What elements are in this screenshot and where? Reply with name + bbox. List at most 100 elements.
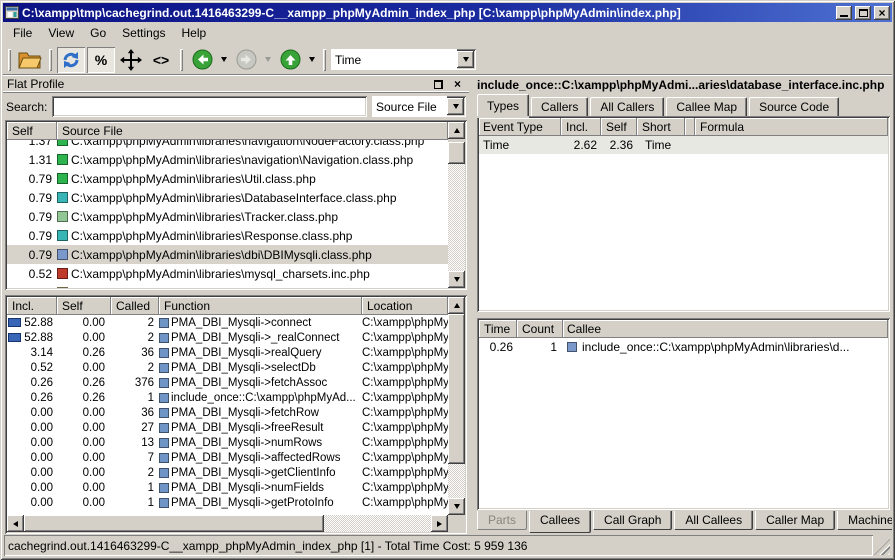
close-dock-button[interactable]: × [450, 78, 465, 91]
scroll-right-button[interactable] [431, 515, 448, 532]
table-row[interactable]: 0.79C:\xampp\phpMyAdmin\libraries\Databa… [7, 188, 448, 207]
open-file-button[interactable] [16, 47, 44, 73]
scrollbar-track[interactable] [448, 164, 465, 271]
back-button[interactable] [188, 47, 216, 73]
scroll-down-button[interactable] [448, 271, 465, 288]
toolbar-handle[interactable] [323, 49, 326, 71]
toolbar-handle[interactable] [180, 49, 183, 71]
scroll-up-button[interactable] [448, 297, 465, 314]
tab-callee-map[interactable]: Callee Map [666, 97, 747, 116]
table-row[interactable]: 0.79C:\xampp\phpMyAdmin\libraries\Respon… [7, 226, 448, 245]
column-header-self[interactable]: Self [7, 122, 57, 140]
scrollbar-thumb[interactable] [24, 515, 324, 532]
table-row[interactable]: 0.79C:\xampp\phpMyAdmin\libraries\Util.c… [7, 169, 448, 188]
scrollbar-track[interactable] [324, 515, 431, 532]
event-type-selector[interactable]: Time [331, 49, 476, 70]
titlebar[interactable]: C:\xampp\tmp\cachegrind.out.1416463299-C… [3, 3, 892, 22]
vertical-scrollbar[interactable] [448, 297, 465, 515]
table-row[interactable]: 0.520.002PMA_DBI_Mysqli->selectDbC:\xamp… [7, 360, 448, 375]
table-row[interactable]: 0.000.007PMA_DBI_Mysqli->affectedRowsC:\… [7, 450, 448, 465]
forward-button[interactable] [232, 47, 260, 73]
column-header-called[interactable]: Called [111, 297, 159, 315]
column-header-function[interactable]: Function [159, 297, 362, 315]
scroll-up-button[interactable] [448, 122, 465, 139]
table-row[interactable]: 0.52C:\xampp\phpMyAdmin\libraries\mysql_… [7, 264, 448, 283]
toolbar-handle[interactable] [8, 49, 11, 71]
group-by-selector[interactable]: Source File [372, 96, 466, 117]
table-row[interactable]: 0.000.0027PMA_DBI_Mysqli->freeResultC:\x… [7, 420, 448, 435]
table-row[interactable]: 0.000.001PMA_DBI_Mysqli->getProtoInfoC:\… [7, 495, 448, 510]
column-header-source-file[interactable]: Source File [57, 122, 448, 140]
table-row[interactable]: 0.260.261include_once::C:\xampp\phpMyAd.… [7, 390, 448, 405]
menu-settings[interactable]: Settings [114, 23, 173, 43]
shorten-templates-button[interactable]: <> [147, 47, 175, 73]
table-row[interactable]: 0.000.0013PMA_DBI_Mysqli->numRowsC:\xamp… [7, 435, 448, 450]
scrollbar-track[interactable] [448, 464, 465, 498]
dock-titlebar[interactable]: Flat Profile × [3, 76, 469, 93]
column-header-callee[interactable]: Callee [563, 320, 888, 338]
tab-call-graph[interactable]: Call Graph [593, 511, 672, 530]
up-dropdown-button[interactable] [306, 47, 318, 73]
table-row[interactable]: 0.26 1 include_once::C:\xampp\phpMyAdmin… [479, 338, 888, 356]
menu-go[interactable]: Go [82, 23, 114, 43]
column-header-blank[interactable] [685, 118, 695, 136]
tab-caller-map[interactable]: Caller Map [755, 511, 835, 530]
column-header-incl[interactable]: Incl. [561, 118, 601, 136]
tab-parts[interactable]: Parts [477, 511, 527, 530]
tab-all-callers[interactable]: All Callers [590, 97, 664, 116]
scroll-down-button[interactable] [448, 498, 465, 515]
table-row[interactable]: 0.000.002PMA_DBI_Mysqli->getClientInfoC:… [7, 465, 448, 480]
table-row[interactable]: 3.140.2636PMA_DBI_Mysqli->realQueryC:\xa… [7, 345, 448, 360]
toolbar-handle[interactable] [49, 49, 52, 71]
table-row-selected[interactable]: 0.79C:\xampp\phpMyAdmin\libraries\dbi\DB… [7, 245, 448, 264]
resize-grip[interactable] [874, 539, 890, 555]
column-header-formula[interactable]: Formula [695, 118, 888, 136]
table-row[interactable]: 1.31C:\xampp\phpMyAdmin\libraries\naviga… [7, 150, 448, 169]
cycle-relative-button[interactable] [57, 47, 85, 73]
tab-callers[interactable]: Callers [531, 97, 588, 116]
relative-to-parent-button[interactable] [117, 47, 145, 73]
close-button[interactable]: × [874, 6, 890, 20]
tab-callees[interactable]: Callees [529, 511, 591, 533]
minimize-button[interactable] [836, 6, 852, 20]
search-input[interactable] [52, 96, 367, 117]
table-row[interactable]: 1.37C:\xampp\phpMyAdmin\libraries\naviga… [7, 140, 448, 150]
vertical-scrollbar[interactable] [448, 122, 465, 288]
combo-dropdown-button[interactable] [447, 98, 464, 115]
menu-help[interactable]: Help [174, 23, 215, 43]
horizontal-scrollbar[interactable] [7, 515, 448, 532]
table-row[interactable]: 52.880.002PMA_DBI_Mysqli->_realConnectC:… [7, 330, 448, 345]
back-dropdown-button[interactable] [218, 47, 230, 73]
table-row[interactable]: 0.260.26376PMA_DBI_Mysqli->fetchAssocC:\… [7, 375, 448, 390]
scrollbar-thumb[interactable] [448, 314, 465, 464]
column-header-incl[interactable]: Incl. [7, 297, 57, 315]
column-header-time[interactable]: Time [479, 320, 517, 338]
column-header-self[interactable]: Self [601, 118, 637, 136]
table-row[interactable]: 0.000.0036PMA_DBI_Mysqli->fetchRowC:\xam… [7, 405, 448, 420]
table-row[interactable]: 0.52C:\xampp\phpMyAdmin\libraries\user_p… [7, 283, 448, 288]
tab-source-code[interactable]: Source Code [749, 97, 839, 116]
tab-all-callees[interactable]: All Callees [674, 511, 753, 530]
table-row-selected[interactable]: Time 2.62 2.36 Time [479, 136, 888, 154]
maximize-button[interactable] [855, 6, 871, 20]
tab-machine-code[interactable]: Machine [837, 511, 892, 530]
scroll-left-button[interactable] [7, 515, 24, 532]
column-header-event-type[interactable]: Event Type [479, 118, 561, 136]
column-header-short[interactable]: Short [637, 118, 685, 136]
menu-file[interactable]: File [5, 23, 40, 43]
column-header-self[interactable]: Self [57, 297, 111, 315]
menu-view[interactable]: View [40, 23, 82, 43]
combo-dropdown-button[interactable] [457, 51, 474, 68]
table-row[interactable]: 52.880.002PMA_DBI_Mysqli->connectC:\xamp… [7, 315, 448, 330]
table-row[interactable]: 0.000.001PMA_DBI_Mysqli->numFieldsC:\xam… [7, 480, 448, 495]
column-header-count[interactable]: Count [517, 320, 563, 338]
app-icon[interactable] [5, 6, 19, 19]
table-row[interactable]: 0.79C:\xampp\phpMyAdmin\libraries\Tracke… [7, 207, 448, 226]
tab-types[interactable]: Types [477, 94, 529, 116]
forward-dropdown-button[interactable] [262, 47, 274, 73]
float-dock-button[interactable] [431, 78, 446, 91]
scrollbar-thumb[interactable] [448, 142, 465, 164]
column-header-location[interactable]: Location [362, 297, 448, 315]
up-button[interactable] [276, 47, 304, 73]
percent-toggle-button[interactable]: % [87, 47, 115, 73]
